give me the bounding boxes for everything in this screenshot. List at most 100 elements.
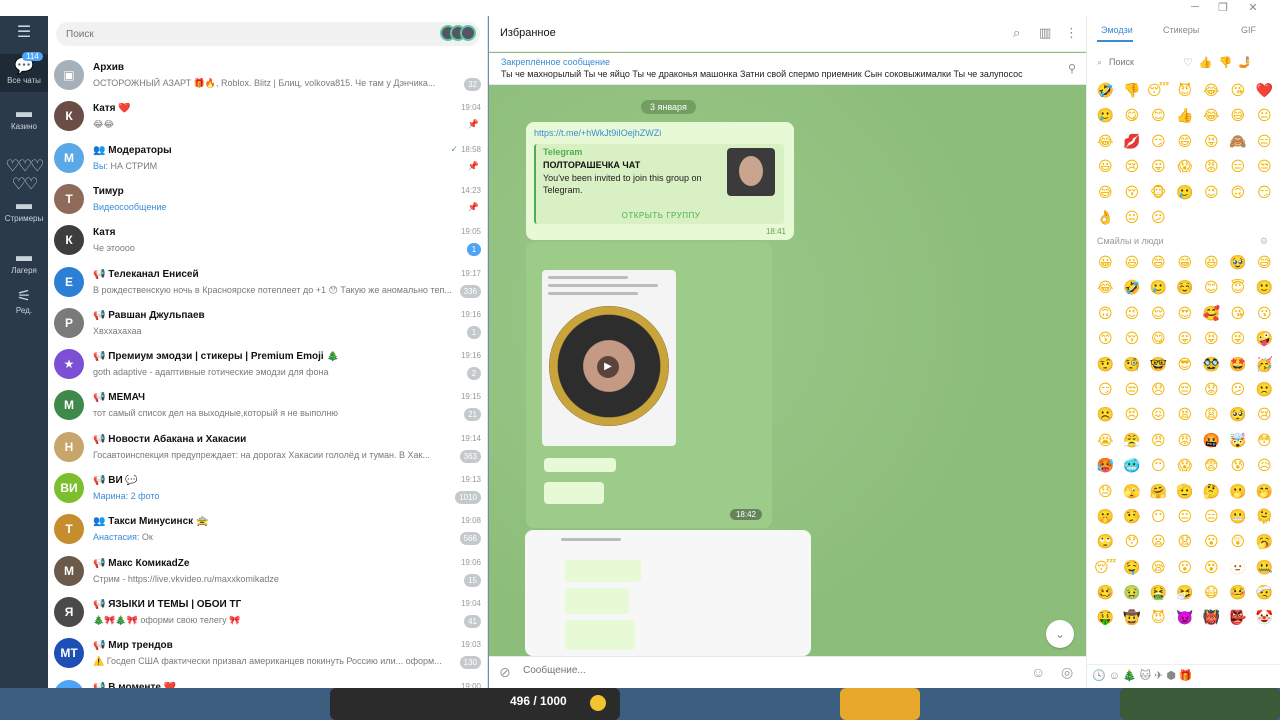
emoji-item[interactable]: 😆 (1198, 250, 1225, 275)
minimize-button[interactable]: ─ (1188, 1, 1202, 13)
emoji-item[interactable]: 🤓 (1145, 352, 1172, 377)
emoji-item[interactable]: 🤐 (1251, 555, 1278, 580)
emoji-item[interactable]: 😈 (1172, 78, 1199, 103)
emoji-item[interactable]: 😦 (1145, 529, 1172, 554)
emoji-item[interactable]: 🤫 (1092, 504, 1119, 529)
chat-title[interactable]: Избранное (500, 27, 556, 39)
emoji-item[interactable]: 😕 (1145, 205, 1172, 230)
emoji-item[interactable]: 🙃 (1225, 180, 1252, 205)
emoji-item[interactable]: 😄 (1145, 250, 1172, 275)
emoji-item[interactable]: 😴 (1145, 78, 1172, 103)
emoji-item[interactable]: 😑 (1225, 154, 1252, 179)
emoji-item[interactable]: 😇 (1225, 275, 1252, 300)
emoji-item[interactable]: 😬 (1225, 504, 1252, 529)
emoji-item[interactable]: 😁 (1172, 250, 1199, 275)
play-icon[interactable]: ▶ (597, 356, 619, 378)
emoji-item[interactable]: ☺️ (1172, 275, 1199, 300)
emoji-item[interactable]: 😚 (1119, 326, 1146, 351)
screenshot-image[interactable]: ▶ (542, 270, 676, 446)
emoji-item[interactable]: 🥲 (1145, 275, 1172, 300)
chat-list-item[interactable]: M 👥 Модераторы Вы: НА СТРИМ 18:58 ✓ 📌 (48, 139, 487, 180)
folder-streamers[interactable]: ▬ Стримеры (0, 196, 48, 223)
chat-list-item[interactable]: В📢 В моменте ❤️19:00 (48, 676, 487, 688)
emoji-item[interactable]: 🤠 (1119, 605, 1146, 630)
more-icon[interactable]: ⋮ (1065, 25, 1078, 41)
emoji-item[interactable]: ☹️ (1092, 402, 1119, 427)
emoji-item[interactable]: 👹 (1198, 605, 1225, 630)
emoji-item[interactable]: 😩 (1198, 402, 1225, 427)
emoji-item[interactable]: 😋 (1145, 326, 1172, 351)
emoji-item[interactable]: 😂 (1092, 129, 1119, 154)
emoji-item[interactable]: 🙁 (1251, 377, 1278, 402)
emoji-item[interactable]: 😘 (1225, 301, 1252, 326)
emoji-item[interactable]: 😓 (1092, 479, 1119, 504)
emoji-item[interactable]: 😛 (1145, 154, 1172, 179)
emoji-item[interactable]: 🐵 (1145, 180, 1172, 205)
chat-list-item[interactable]: К Катя ❤️ 😂😂 19:04 📌 (48, 97, 487, 138)
emoji-item[interactable]: 😶 (1145, 504, 1172, 529)
emoji-item[interactable]: 😷 (1198, 580, 1225, 605)
menu-button[interactable]: ☰ (0, 24, 48, 42)
emoji-pack-bar[interactable]: 🕓☺🎄🐱✈⬢🎁 (1087, 664, 1280, 688)
emoji-item[interactable]: 😅 (1225, 103, 1252, 128)
emoji-item[interactable]: 😐 (1172, 504, 1199, 529)
link-preview[interactable]: Telegram ПОЛТОРАШЕЧКА ЧАТ You've been in… (534, 144, 784, 224)
emoji-item[interactable]: 🥹 (1225, 250, 1252, 275)
emoji-item[interactable]: 🤤 (1119, 555, 1146, 580)
message-input[interactable] (523, 665, 993, 676)
emoji-item[interactable]: 🥺 (1225, 402, 1252, 427)
message-link[interactable]: https://t.me/+hWkJt9iIOejhZWZi (534, 128, 661, 138)
emoji-item[interactable]: 😀 (1092, 250, 1119, 275)
chat-list-item[interactable]: ▣ Архив ОСТОРОЖНЫЙ АЗАРТ 🎁🔥, Roblox. Blitz… (48, 56, 487, 97)
emoji-item[interactable]: 😚 (1119, 180, 1146, 205)
maximize-button[interactable]: ❐ (1216, 1, 1230, 14)
folder-hearts[interactable]: ♡♡♡ ♡♡ (0, 158, 48, 194)
message-bubble[interactable]: https://t.me/+hWkJt9iIOejhZWZi Telegram … (526, 122, 794, 240)
emoji-item[interactable]: 😖 (1145, 402, 1172, 427)
chat-list-item[interactable]: MT 📢 Мир трендов ⚠️ Госдеп США фактически … (48, 634, 487, 675)
emoji-item[interactable]: 🤬 (1198, 428, 1225, 453)
story-avatar[interactable] (460, 25, 476, 41)
emoji-item[interactable]: 😯 (1119, 529, 1146, 554)
emoji-item[interactable]: 🤨 (1092, 352, 1119, 377)
tab-emoji[interactable]: Эмодзи (1101, 25, 1133, 35)
emoji-item[interactable]: 😝 (1198, 129, 1225, 154)
emoji-item[interactable]: 😐 (1119, 205, 1146, 230)
emoji-item[interactable]: 😏 (1251, 180, 1278, 205)
pinned-message-bar[interactable]: Закреплённое сообщение Ты че махнорылый … (489, 53, 1086, 85)
emoji-item[interactable]: 🤧 (1172, 580, 1199, 605)
emoji-item[interactable]: 👿 (1172, 605, 1199, 630)
emoji-item[interactable]: 😮 (1198, 529, 1225, 554)
folder-camps[interactable]: ▬ Лагеря (0, 248, 48, 275)
emoji-item[interactable]: 😕 (1225, 377, 1252, 402)
emoji-item[interactable]: 😢 (1119, 154, 1146, 179)
chat-list-item[interactable]: Я 📢 ЯЗЫКИ И ТЕМЫ | ОБОИ ТГ 🎄🎀🎄🎀 оформи сво… (48, 593, 487, 634)
emoji-item[interactable]: 😒 (1119, 377, 1146, 402)
emoji-item[interactable]: 🥰 (1198, 301, 1225, 326)
emoji-item[interactable]: 😪 (1145, 555, 1172, 580)
emoji-item[interactable]: 😤 (1119, 428, 1146, 453)
emoji-item[interactable]: 💋 (1119, 129, 1146, 154)
emoji-item[interactable]: 😠 (1145, 428, 1172, 453)
tab-stickers[interactable]: Стикеры (1163, 25, 1199, 35)
emoji-item[interactable]: 😟 (1198, 377, 1225, 402)
emoji-item[interactable]: ❤️ (1251, 78, 1278, 103)
chat-list-item[interactable]: ★ 📢 Премиум эмодзи | стикеры | Premium Em… (48, 345, 487, 386)
emoji-item[interactable]: 👌 (1092, 205, 1119, 230)
emoji-item[interactable]: 😡 (1172, 428, 1199, 453)
emoji-item[interactable]: 😍 (1172, 301, 1199, 326)
emoji-category-icons[interactable]: ♡👍👎🤳 (1183, 56, 1258, 69)
emoji-item[interactable]: 🤒 (1225, 580, 1252, 605)
record-icon[interactable]: ◎ (1061, 664, 1073, 681)
emoji-item[interactable]: 😳 (1251, 428, 1278, 453)
emoji-item[interactable]: 😜 (1225, 326, 1252, 351)
emoji-item[interactable]: 🫥 (1225, 555, 1252, 580)
emoji-item[interactable]: 🥲 (1172, 180, 1199, 205)
emoji-item[interactable]: 😑 (1251, 129, 1278, 154)
emoji-item[interactable]: 🤭 (1251, 479, 1278, 504)
emoji-item[interactable]: 🤗 (1145, 479, 1172, 504)
pinned-list-icon[interactable]: ⚲ (1068, 62, 1076, 75)
emoji-item[interactable]: 🤣 (1092, 78, 1119, 103)
chat-list-item[interactable]: ВИ 📢 ВИ 💬 Марина: 2 фото 19:13 1010 (48, 469, 487, 510)
emoji-item[interactable]: 🤩 (1225, 352, 1252, 377)
